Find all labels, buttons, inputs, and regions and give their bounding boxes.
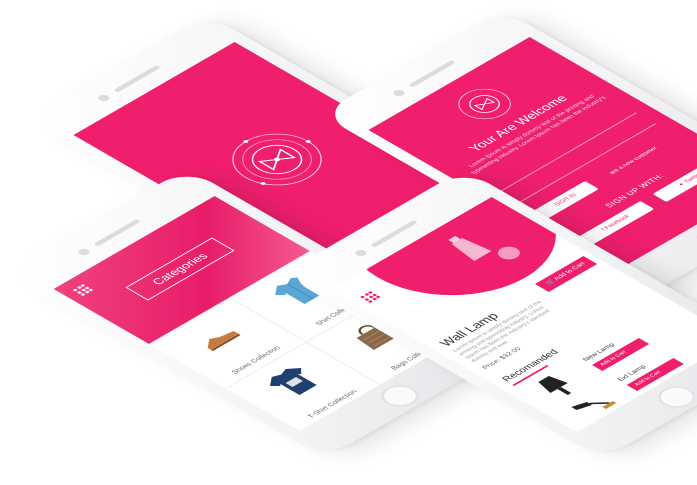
camera	[391, 88, 407, 98]
facebook-label: Facebook	[603, 214, 632, 231]
mockup-stage: Your Are Welcome Lorem Ipsum is simply d…	[0, 0, 697, 485]
add-to-cart-label: Add to Cart	[552, 261, 588, 282]
grid-menu-icon[interactable]	[359, 290, 381, 303]
bow-tie-icon	[232, 133, 322, 186]
facebook-button[interactable]: f Facebook	[578, 200, 655, 245]
home-button[interactable]	[650, 381, 697, 412]
shoe-icon	[207, 330, 241, 351]
new-customer-link[interactable]: are a new customer	[608, 146, 659, 175]
camera	[96, 93, 112, 103]
camera	[353, 248, 369, 258]
camera	[76, 247, 92, 257]
categories-title: Categories	[125, 237, 235, 301]
home-button[interactable]	[373, 380, 426, 411]
twitter-label: Twitter	[683, 172, 697, 185]
grid-menu-icon[interactable]	[72, 283, 94, 296]
tshirt-icon	[269, 367, 317, 395]
